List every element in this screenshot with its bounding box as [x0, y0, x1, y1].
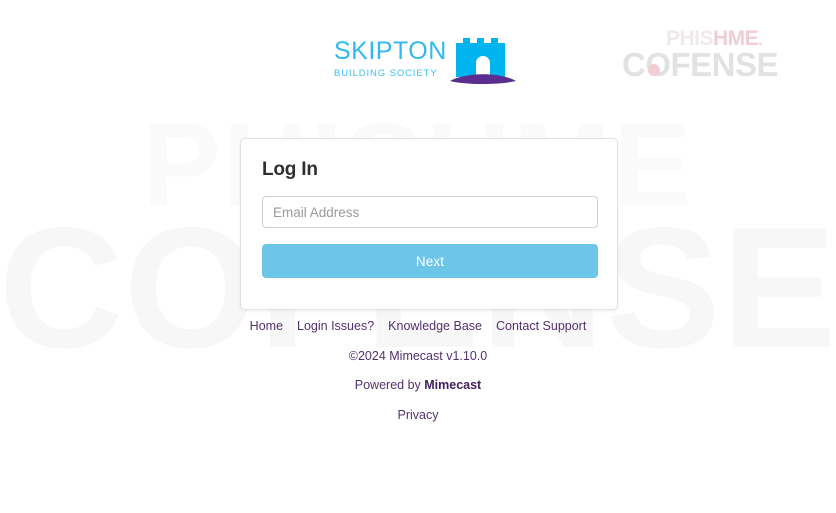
page-header: SKIPTON BUILDING SOCIETY PHISHME. COFENS…: [0, 0, 836, 120]
page-footer: Home Login Issues? Knowledge Base Contact S…: [0, 320, 836, 421]
footer-link-login-issues[interactable]: Login Issues?: [297, 319, 374, 333]
footer-link-home[interactable]: Home: [250, 319, 283, 333]
powered-by-brand: Mimecast: [424, 378, 482, 392]
email-field[interactable]: [262, 196, 598, 228]
powered-by-prefix: Powered by: [354, 378, 425, 392]
footer-link-knowledge-base[interactable]: Knowledge Base: [388, 319, 482, 333]
copyright-text: ©2024 Mimecast v1.10.0: [348, 348, 488, 363]
next-button[interactable]: Next: [262, 244, 598, 278]
footer-links: Home Login Issues? Knowledge Base Contact S…: [0, 320, 836, 333]
cofense-o-dot-icon: [648, 64, 660, 76]
cofense-phishme-logo: PHISHME. COFENSE: [622, 28, 802, 88]
login-card: Log In Next: [240, 138, 618, 310]
footer-link-contact-support[interactable]: Contact Support: [496, 319, 586, 333]
powered-by-text: Powered by Mimecast: [0, 379, 836, 392]
privacy-row: Privacy: [0, 408, 836, 422]
castle-icon: [450, 38, 516, 84]
skipton-wordmark: SKIPTON BUILDING SOCIETY: [334, 39, 450, 79]
footer-link-privacy[interactable]: Privacy: [398, 408, 439, 422]
cofense-wordmark: COFENSE: [622, 46, 779, 83]
skipton-tagline-text: BUILDING SOCIETY: [334, 68, 438, 79]
skipton-name-text: SKIPTON: [334, 37, 447, 65]
skipton-building-society-logo: SKIPTON BUILDING SOCIETY: [334, 33, 518, 89]
page-title: Log In: [262, 159, 318, 180]
